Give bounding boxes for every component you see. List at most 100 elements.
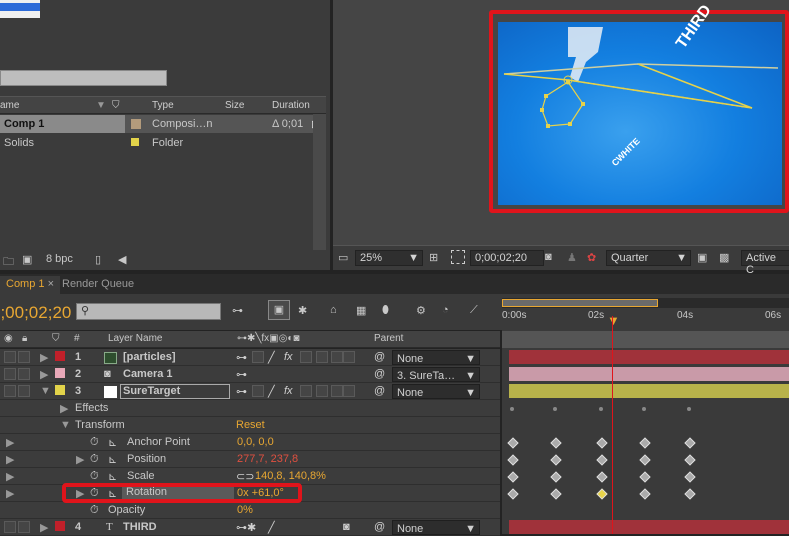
active-camera-select[interactable]: Active C (741, 250, 789, 276)
parent-select[interactable]: None ▼ (392, 384, 480, 399)
quality-icon[interactable]: ╱ (268, 351, 275, 364)
pickwhip-icon[interactable]: @ (374, 368, 385, 380)
track-bar-third[interactable] (509, 520, 789, 534)
composition-mini-flowchart-icon[interactable]: ⊶ (232, 304, 243, 317)
keyframe-marker[interactable] (553, 407, 557, 411)
scroll-left-icon[interactable]: ◀ (118, 253, 126, 266)
composition-canvas[interactable]: THIRD CWHITE (498, 2, 782, 205)
track-bar-camera[interactable] (509, 367, 789, 381)
transparency-grid-icon[interactable]: ▩ (719, 251, 729, 264)
pickwhip-icon[interactable]: @ (374, 351, 385, 363)
col-duration[interactable]: Duration (272, 100, 310, 111)
new-comp-icon[interactable]: ▣ (22, 253, 32, 266)
layer-row[interactable]: ▶ 2 ◙ Camera 1 ⊶ @ 3. SureTa… ▼ (0, 366, 500, 383)
shy-icon[interactable]: ⊶ (236, 351, 247, 364)
property-value[interactable]: 0,0, 0,0 (237, 436, 274, 448)
layer-row[interactable]: ▶ 4 T THIRD ⊶✱ ╱ ◙ @ None ▼ (0, 519, 500, 536)
expand-arrow-icon[interactable]: ▶ (60, 402, 68, 415)
playhead-icon[interactable]: ▼ (607, 313, 620, 328)
keyframe-marker[interactable] (599, 407, 603, 411)
quality-icon[interactable]: ╱ (268, 521, 275, 534)
layer-name[interactable]: SureTarget (120, 384, 230, 399)
current-time-indicator[interactable] (612, 316, 613, 534)
track-bar-particles[interactable] (509, 350, 789, 364)
layer-row[interactable]: ▶ 1 [particles] ⊶ ╱ fx @ None ▼ (0, 349, 500, 366)
expand-arrow-icon[interactable]: ▶ (40, 521, 48, 534)
keyframe-nav-icon[interactable]: ▶ (6, 453, 14, 466)
zoom-select[interactable]: 25% ▼ (355, 250, 423, 266)
tab-render-queue[interactable]: Render Queue (56, 276, 140, 294)
hide-shy-icon[interactable]: ✱ (298, 304, 307, 317)
folder-icon[interactable]: 🗀 (3, 253, 14, 272)
keyframe-marker[interactable] (687, 407, 691, 411)
camera-icon[interactable]: ◙ (545, 251, 552, 263)
resolution-select[interactable]: Quarter ▼ (606, 250, 691, 266)
layer-name[interactable]: [particles] (123, 351, 176, 363)
parent-select[interactable]: None ▼ (392, 350, 480, 365)
track-bar-suretarget[interactable] (509, 384, 789, 398)
stopwatch-icon[interactable]: ⏱ (90, 436, 99, 449)
label-chip[interactable] (55, 521, 65, 531)
pickwhip-icon[interactable]: @ (374, 521, 385, 533)
expand-arrow-icon[interactable]: ▶ (76, 453, 84, 466)
timecode-display[interactable]: 0;00;02;20 (470, 250, 544, 266)
mask-icon[interactable] (451, 250, 465, 264)
collapse-arrow-icon[interactable]: ▼ (60, 419, 71, 431)
collapse-arrow-icon[interactable]: ▼ (40, 385, 51, 397)
expand-arrow-icon[interactable]: ▶ (40, 368, 48, 381)
draft-3d-icon[interactable]: ▣ (268, 300, 290, 320)
grid-icon[interactable]: ⊞ (429, 251, 438, 264)
keyframe-marker[interactable] (510, 407, 514, 411)
keyframe-nav-icon[interactable]: ▶ (6, 487, 14, 500)
col-name[interactable]: ame (0, 100, 19, 111)
project-search-input[interactable] (0, 70, 167, 86)
fx-icon[interactable]: fx (284, 351, 293, 363)
project-item-solids[interactable]: Solids Folder (0, 134, 313, 152)
pickwhip-icon[interactable]: @ (374, 385, 385, 397)
graph-icon[interactable]: ⊾ (108, 453, 117, 466)
work-area-bar[interactable] (502, 298, 789, 308)
frame-blending-icon[interactable]: ⌂ (330, 304, 337, 316)
alert-icon[interactable]: ♟ (567, 251, 577, 264)
live-update-icon[interactable]: ◔ (442, 304, 449, 316)
property-value[interactable]: 0% (237, 504, 253, 516)
motion-blur-icon[interactable]: ▦ (356, 304, 366, 317)
current-time-display[interactable]: 0;00;02;20 (0, 303, 71, 323)
auto-keyframe-icon[interactable]: ⚙ (416, 304, 426, 317)
reset-link[interactable]: Reset (236, 419, 265, 431)
col-layer-name[interactable]: Layer Name (108, 333, 162, 344)
trash-icon[interactable]: ▯ (95, 253, 101, 266)
stopwatch-icon[interactable]: ⏱ (90, 504, 99, 517)
shy-icon[interactable]: ⊶ (236, 385, 247, 398)
fx-icon[interactable]: fx (284, 385, 293, 397)
property-row[interactable]: ▶ ⏱ ⊾ Anchor Point 0,0, 0,0 (0, 434, 500, 451)
layer-name[interactable]: THIRD (123, 521, 157, 533)
property-value[interactable]: 140,8, 140,8% (255, 470, 326, 482)
3d-layer-icon[interactable]: ◙ (343, 521, 350, 533)
stopwatch-icon[interactable]: ⏱ (90, 453, 99, 466)
effects-group-row[interactable]: ▶ Effects (0, 400, 500, 417)
label-chip[interactable] (55, 351, 65, 361)
property-row[interactable]: ▶ ▶ ⏱ ⊾ Position 277,7, 237,8 (0, 451, 500, 468)
stopwatch-icon[interactable]: ⏱ (90, 470, 99, 483)
bpc-label[interactable]: 8 bpc (46, 253, 73, 265)
parent-select[interactable]: None ▼ (392, 520, 480, 535)
col-type[interactable]: Type (152, 100, 174, 111)
shy-icon[interactable]: ⊶✱ (236, 521, 256, 534)
sort-icon[interactable]: ▼ (96, 100, 106, 111)
project-scrollbar[interactable] (313, 114, 326, 254)
quality-icon[interactable]: ╱ (268, 385, 275, 398)
keyframe-marker[interactable] (642, 407, 646, 411)
keyframe-nav-icon[interactable]: ▶ (6, 436, 14, 449)
graph-editor-icon[interactable]: ⟋ (470, 304, 478, 317)
parent-select[interactable]: 3. SureTa… ▼ (392, 367, 480, 382)
graph-icon[interactable]: ⊾ (108, 436, 117, 449)
timeline-search-input[interactable]: ⚲ (76, 303, 221, 320)
label-chip[interactable] (55, 385, 65, 395)
snapshot-icon[interactable]: ▭ (338, 251, 348, 264)
property-value[interactable]: 277,7, 237,8 (237, 453, 298, 465)
color-channel-icon[interactable]: ✿ (587, 251, 596, 264)
keyframe-nav-icon[interactable]: ▶ (6, 470, 14, 483)
property-row[interactable]: ⏱ Opacity 0% (0, 502, 500, 519)
shy-icon[interactable]: ⊶ (236, 368, 247, 381)
